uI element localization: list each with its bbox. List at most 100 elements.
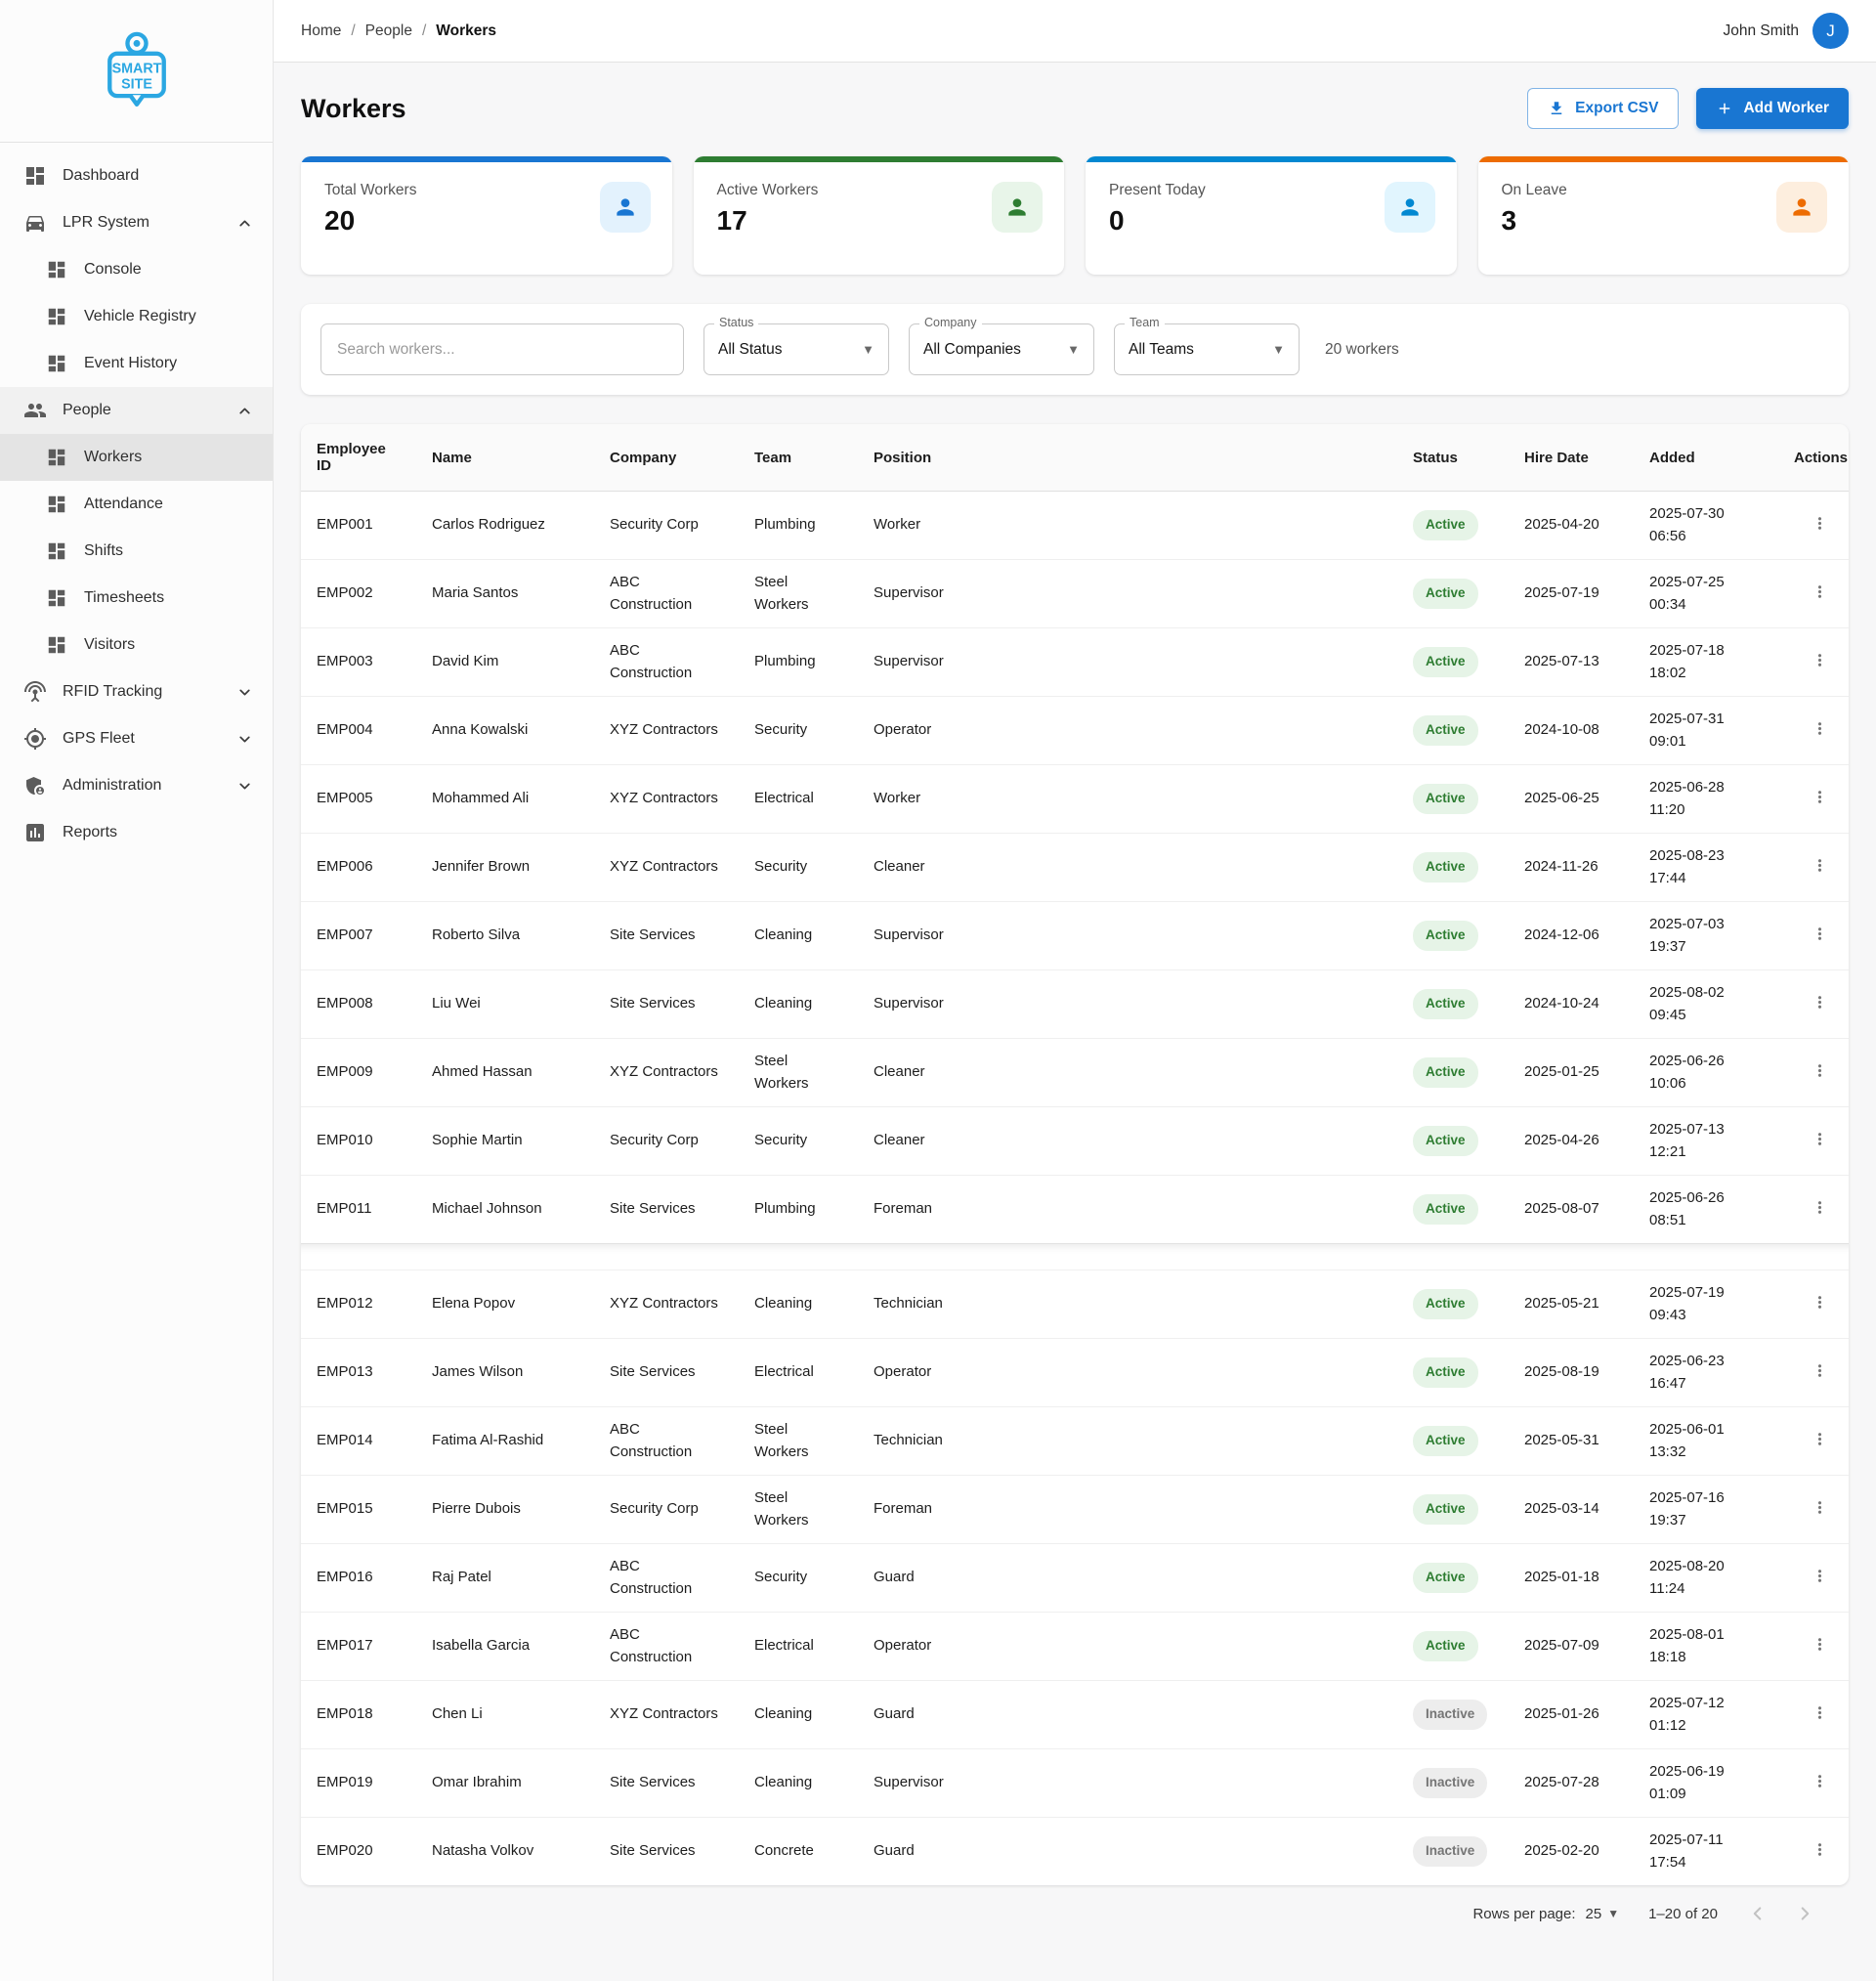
- cell-company: ABC Construction: [594, 1544, 739, 1613]
- sidebar-item-reports[interactable]: Reports: [0, 809, 273, 856]
- cell-hire-date: 2025-04-26: [1509, 1107, 1634, 1176]
- row-actions-button[interactable]: [1807, 715, 1833, 745]
- cell-status: Active: [1397, 970, 1509, 1039]
- cell-added: 2025-06-28 11:20: [1634, 765, 1778, 834]
- sidebar-item-shifts[interactable]: Shifts: [0, 528, 273, 575]
- avatar[interactable]: J: [1812, 13, 1849, 49]
- people-icon: [23, 399, 47, 422]
- status-badge: Inactive: [1413, 1836, 1487, 1866]
- next-page-button[interactable]: [1794, 1903, 1815, 1924]
- row-actions-button[interactable]: [1807, 1426, 1833, 1455]
- row-actions-button[interactable]: [1807, 1836, 1833, 1866]
- sidebar-item-workers[interactable]: Workers: [0, 434, 273, 481]
- workers-table-card: Employee ID Name Company Team Position S…: [301, 424, 1849, 1885]
- sidebar-item-gps-fleet[interactable]: GPS Fleet: [0, 715, 273, 762]
- table-row: EMP015 Pierre Dubois Security Corp Steel…: [301, 1476, 1849, 1544]
- cell-status: Active: [1397, 1339, 1509, 1407]
- sidebar-item-event-history[interactable]: Event History: [0, 340, 273, 387]
- row-actions-button[interactable]: [1807, 1194, 1833, 1224]
- row-actions-button[interactable]: [1807, 1631, 1833, 1660]
- more-vert-icon: [1811, 514, 1829, 533]
- cell-hire-date: 2025-05-21: [1509, 1270, 1634, 1339]
- cell-hire-date: 2024-12-06: [1509, 902, 1634, 970]
- status-badge: Active: [1413, 921, 1478, 950]
- row-actions-button[interactable]: [1807, 784, 1833, 813]
- cell-team: Electrical: [739, 765, 858, 834]
- cell-status: Active: [1397, 1270, 1509, 1339]
- status-badge: Inactive: [1413, 1700, 1487, 1729]
- cell-team: Cleaning: [739, 1270, 858, 1339]
- export-csv-button[interactable]: Export CSV: [1527, 88, 1679, 129]
- cell-actions: [1778, 560, 1849, 628]
- cell-employee-id: EMP016: [301, 1544, 416, 1613]
- car-icon: [23, 211, 47, 235]
- col-team: Team: [739, 424, 858, 492]
- previous-page-button[interactable]: [1747, 1903, 1769, 1924]
- search-input[interactable]: [320, 323, 684, 375]
- cell-name: David Kim: [416, 628, 594, 697]
- cell-position: Supervisor: [858, 560, 1397, 628]
- row-actions-button[interactable]: [1807, 921, 1833, 950]
- row-actions-button[interactable]: [1807, 1700, 1833, 1729]
- cell-team: Security: [739, 1544, 858, 1613]
- row-actions-button[interactable]: [1807, 1126, 1833, 1155]
- table-row: EMP006 Jennifer Brown XYZ Contractors Se…: [301, 834, 1849, 902]
- cell-team: Concrete: [739, 1818, 858, 1886]
- cell-added: 2025-07-19 09:43: [1634, 1270, 1778, 1339]
- sidebar-item-attendance[interactable]: Attendance: [0, 481, 273, 528]
- cell-team: Steel Workers: [739, 1039, 858, 1107]
- row-actions-button[interactable]: [1807, 1289, 1833, 1318]
- status-badge: Active: [1413, 1426, 1478, 1455]
- table-row: EMP019 Omar Ibrahim Site Services Cleani…: [301, 1749, 1849, 1818]
- chevron-left-icon: [1747, 1903, 1769, 1924]
- sidebar-item-console[interactable]: Console: [0, 246, 273, 293]
- company-select[interactable]: Company All Companies ▼: [909, 323, 1094, 375]
- grid-icon: [46, 447, 67, 468]
- table-row: EMP003 David Kim ABC Construction Plumbi…: [301, 628, 1849, 697]
- cell-added: 2025-07-12 01:12: [1634, 1681, 1778, 1749]
- cell-company: Security Corp: [594, 1107, 739, 1176]
- sidebar-item-timesheets[interactable]: Timesheets: [0, 575, 273, 622]
- sidebar-item-lpr-system[interactable]: LPR System: [0, 199, 273, 246]
- row-actions-button[interactable]: [1807, 852, 1833, 882]
- team-select[interactable]: Team All Teams ▼: [1114, 323, 1300, 375]
- breadcrumb-home[interactable]: Home: [301, 22, 341, 40]
- cell-position: Operator: [858, 697, 1397, 765]
- status-badge: Active: [1413, 784, 1478, 813]
- breadcrumb-people[interactable]: People: [365, 22, 412, 40]
- sidebar-item-vehicle-registry[interactable]: Vehicle Registry: [0, 293, 273, 340]
- cell-actions: [1778, 1407, 1849, 1476]
- cell-actions: [1778, 1039, 1849, 1107]
- row-actions-button[interactable]: [1807, 1494, 1833, 1524]
- row-actions-button[interactable]: [1807, 1057, 1833, 1087]
- cell-added: 2025-06-19 01:09: [1634, 1749, 1778, 1818]
- cell-hire-date: 2024-11-26: [1509, 834, 1634, 902]
- row-actions-button[interactable]: [1807, 647, 1833, 676]
- cell-actions: [1778, 1749, 1849, 1818]
- cell-employee-id: EMP014: [301, 1407, 416, 1476]
- sidebar-item-visitors[interactable]: Visitors: [0, 622, 273, 668]
- rows-per-page-select[interactable]: 25 ▼: [1586, 1906, 1620, 1922]
- sidebar-item-administration[interactable]: Administration: [0, 762, 273, 809]
- table-row: EMP005 Mohammed Ali XYZ Contractors Elec…: [301, 765, 1849, 834]
- col-position: Position: [858, 424, 1397, 492]
- status-badge: Active: [1413, 852, 1478, 882]
- stat-card-present-today: Present Today0: [1086, 156, 1457, 275]
- cell-added: 2025-07-25 00:34: [1634, 560, 1778, 628]
- status-badge: Active: [1413, 1563, 1478, 1592]
- sidebar-item-dashboard[interactable]: Dashboard: [0, 152, 273, 199]
- person-icon: [1789, 194, 1814, 220]
- row-actions-button[interactable]: [1807, 579, 1833, 608]
- sidebar-item-people[interactable]: People: [0, 387, 273, 434]
- row-actions-button[interactable]: [1807, 989, 1833, 1018]
- row-actions-button[interactable]: [1807, 1357, 1833, 1387]
- row-actions-button[interactable]: [1807, 510, 1833, 539]
- cell-team: Cleaning: [739, 970, 858, 1039]
- status-select[interactable]: Status All Status ▼: [704, 323, 889, 375]
- sidebar-item-rfid-tracking[interactable]: RFID Tracking: [0, 668, 273, 715]
- cell-company: XYZ Contractors: [594, 1270, 739, 1339]
- row-actions-button[interactable]: [1807, 1563, 1833, 1592]
- add-worker-button[interactable]: Add Worker: [1696, 88, 1849, 129]
- row-actions-button[interactable]: [1807, 1768, 1833, 1797]
- status-badge: Active: [1413, 579, 1478, 608]
